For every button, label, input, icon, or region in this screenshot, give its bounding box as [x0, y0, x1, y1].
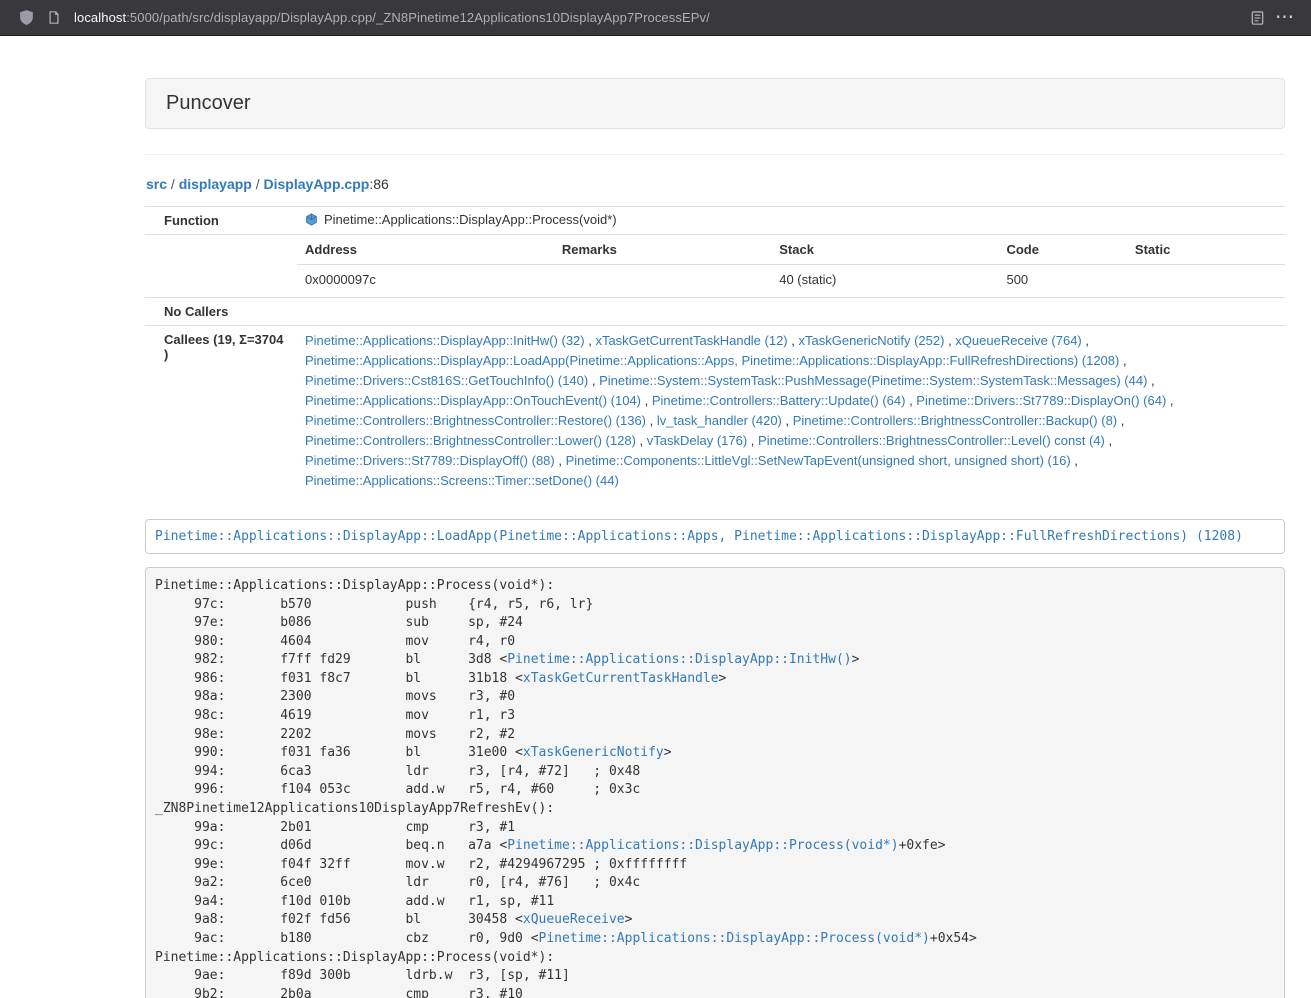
no-callers-row: No Callers: [145, 298, 1285, 326]
address-value: 0x0000097c: [297, 265, 554, 298]
function-details-table: Address Remarks Stack Code Static 0x0000…: [297, 235, 1285, 297]
callee-separator: ,: [588, 373, 599, 388]
details-value-row: 0x0000097c 40 (static) 500: [297, 265, 1285, 298]
browser-toolbar: localhost:5000/path/src/displayapp/Displ…: [0, 0, 1311, 36]
callee-separator: ,: [636, 433, 647, 448]
function-icon: [305, 213, 318, 229]
callee-separator: ,: [1071, 453, 1078, 468]
callee-separator: ,: [905, 393, 916, 408]
callee-separator: ,: [555, 453, 566, 468]
callee-link[interactable]: Pinetime::Applications::DisplayApp::Load…: [305, 353, 1119, 368]
callee-link[interactable]: vTaskDelay (176): [647, 433, 747, 448]
url-domain: localhost: [74, 10, 126, 25]
code-symbol-link[interactable]: xTaskGetCurrentTaskHandle: [523, 671, 719, 686]
page-title: Puncover: [166, 92, 251, 114]
callee-separator: ,: [1147, 373, 1154, 388]
highlighted-callee-panel: Pinetime::Applications::DisplayApp::Load…: [145, 519, 1285, 554]
column-address: Address: [297, 235, 554, 265]
code-symbol-link[interactable]: Pinetime::Applications::DisplayApp::Proc…: [507, 838, 898, 853]
callee-link[interactable]: xQueueReceive (764): [955, 333, 1081, 348]
divider: [145, 154, 1285, 155]
breadcrumb-line-number: :86: [369, 176, 388, 192]
callees-row: Callees (19, Σ=3704 ) Pinetime::Applicat…: [145, 326, 1285, 497]
breadcrumb-link-src[interactable]: src: [146, 176, 167, 192]
callee-link[interactable]: Pinetime::Applications::DisplayApp::OnTo…: [305, 393, 641, 408]
breadcrumb: src / displayapp / DisplayApp.cpp:86: [146, 176, 1285, 192]
callee-link[interactable]: Pinetime::Drivers::St7789::DisplayOn() (…: [916, 393, 1166, 408]
callee-separator: ,: [641, 393, 652, 408]
callee-link[interactable]: Pinetime::Controllers::BrightnessControl…: [305, 433, 636, 448]
stack-value: 40 (static): [771, 265, 998, 298]
callee-separator: ,: [1105, 433, 1112, 448]
callees-label: Callees (19, Σ=3704 ): [145, 326, 297, 497]
callee-link[interactable]: Pinetime::Drivers::St7789::DisplayOff() …: [305, 453, 555, 468]
function-row: Function Pinetime::Applications::Display…: [145, 207, 1285, 235]
breadcrumb-separator: /: [252, 176, 264, 192]
callee-link[interactable]: Pinetime::System::SystemTask::PushMessag…: [599, 373, 1147, 388]
page-content: Puncover src / displayapp / DisplayApp.c…: [145, 36, 1285, 998]
callee-link[interactable]: lv_task_handler (420): [657, 413, 782, 428]
breadcrumb-link-displayapp[interactable]: displayapp: [179, 176, 252, 192]
code-symbol-link[interactable]: Pinetime::Applications::DisplayApp::Init…: [507, 652, 851, 667]
callee-link[interactable]: Pinetime::Controllers::BrightnessControl…: [305, 413, 646, 428]
callee-link[interactable]: Pinetime::Applications::Screens::Timer::…: [305, 473, 619, 488]
empty-label-cell: [145, 235, 297, 298]
callee-link[interactable]: Pinetime::Applications::DisplayApp::Init…: [305, 333, 585, 348]
callee-separator: ,: [788, 333, 799, 348]
callee-link[interactable]: Pinetime::Controllers::Battery::Update()…: [652, 393, 906, 408]
column-stack: Stack: [771, 235, 998, 265]
url-bar[interactable]: localhost:5000/path/src/displayapp/Displ…: [74, 10, 1243, 25]
callees-list: Pinetime::Applications::DisplayApp::Init…: [297, 326, 1285, 497]
page-info-icon[interactable]: [40, 5, 68, 31]
callee-separator: ,: [944, 333, 955, 348]
code-symbol-link[interactable]: xTaskGenericNotify: [523, 745, 664, 760]
code-size-value: 500: [998, 265, 1126, 298]
page-title-panel: Puncover: [145, 78, 1285, 129]
code-symbol-link[interactable]: Pinetime::Applications::DisplayApp::Proc…: [539, 931, 930, 946]
function-details-row: Address Remarks Stack Code Static 0x0000…: [145, 235, 1285, 298]
callee-link[interactable]: xTaskGenericNotify (252): [799, 333, 945, 348]
callee-link[interactable]: xTaskGetCurrentTaskHandle (12): [595, 333, 787, 348]
disassembly-code-block: Pinetime::Applications::DisplayApp::Proc…: [145, 567, 1285, 998]
static-value: [1127, 265, 1285, 298]
breadcrumb-link-displayapp.cpp[interactable]: DisplayApp.cpp: [264, 176, 370, 192]
function-row-label: Function: [145, 207, 297, 235]
column-static: Static: [1127, 235, 1285, 265]
column-code: Code: [998, 235, 1126, 265]
callee-link[interactable]: Pinetime::Components::LittleVgl::SetNewT…: [566, 453, 1071, 468]
page-actions-menu-icon[interactable]: ⋯: [1271, 5, 1299, 31]
remarks-value: [554, 265, 771, 298]
function-name: Pinetime::Applications::DisplayApp::Proc…: [324, 212, 617, 227]
callee-separator: ,: [747, 433, 758, 448]
url-path: :5000/path/src/displayapp/DisplayApp.cpp…: [126, 10, 710, 25]
callee-separator: ,: [782, 413, 793, 428]
breadcrumb-separator: /: [167, 176, 179, 192]
reader-view-icon[interactable]: [1243, 5, 1271, 31]
callee-separator: ,: [1082, 333, 1089, 348]
code-symbol-link[interactable]: xQueueReceive: [523, 912, 625, 927]
symbol-table: Function Pinetime::Applications::Display…: [145, 206, 1285, 496]
callee-link[interactable]: Pinetime::Controllers::BrightnessControl…: [793, 413, 1117, 428]
column-remarks: Remarks: [554, 235, 771, 265]
callee-separator: ,: [646, 413, 657, 428]
tracking-protection-shield-icon[interactable]: [12, 5, 40, 31]
highlighted-callee-link[interactable]: Pinetime::Applications::DisplayApp::Load…: [155, 529, 1243, 544]
callee-link[interactable]: Pinetime::Drivers::Cst816S::GetTouchInfo…: [305, 373, 588, 388]
callee-separator: ,: [1117, 413, 1124, 428]
callee-separator: ,: [1166, 393, 1173, 408]
callee-link[interactable]: Pinetime::Controllers::BrightnessControl…: [758, 433, 1105, 448]
callee-separator: ,: [585, 333, 596, 348]
no-callers-empty-cell: [297, 298, 1285, 326]
callee-separator: ,: [1119, 353, 1126, 368]
no-callers-label: No Callers: [145, 298, 297, 326]
